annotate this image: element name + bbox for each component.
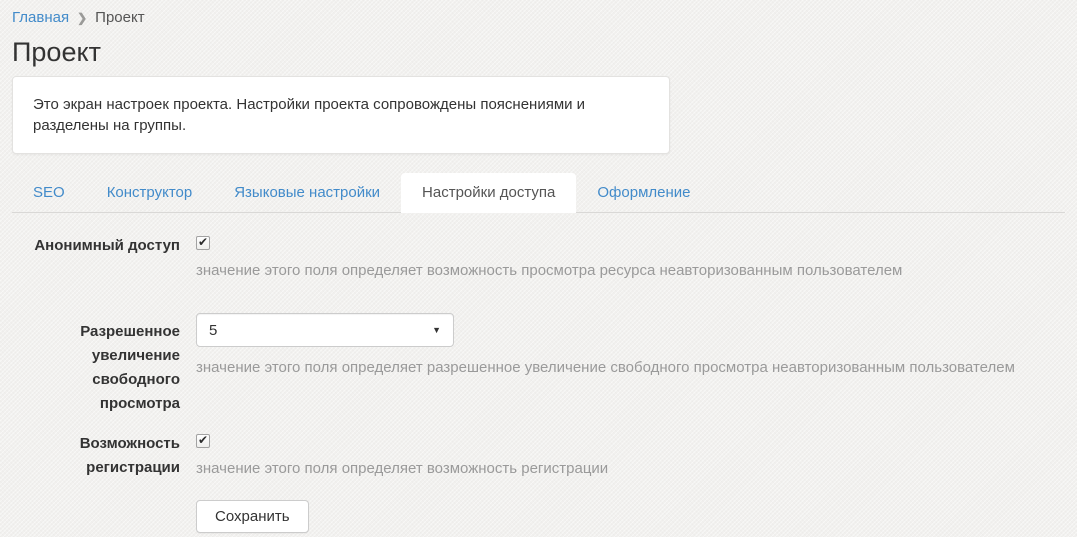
anonymous-access-control: ✔ значение этого поля определяет возможн… [196, 234, 1065, 281]
form-group-allowed-zoom: Разрешенное увеличение свободного просмо… [12, 313, 1065, 416]
page-title: Проект [12, 38, 1065, 66]
tab-seo[interactable]: SEO [12, 173, 86, 213]
breadcrumb-link-home[interactable]: Главная [12, 9, 69, 27]
breadcrumb: Главная ❯ Проект [12, 0, 1065, 27]
allowed-zoom-selected-value: 5 [209, 322, 217, 339]
info-box: Это экран настроек проекта. Настройки пр… [12, 76, 670, 154]
access-settings-form: Анонимный доступ ✔ значение этого поля о… [12, 234, 1065, 533]
caret-down-icon: ▼ [432, 325, 441, 335]
tab-language-settings[interactable]: Языковые настройки [213, 173, 401, 213]
check-icon: ✔ [198, 236, 208, 248]
allowed-zoom-select[interactable]: 5 ▼ [196, 313, 454, 347]
chevron-right-icon: ❯ [77, 9, 87, 27]
allowed-zoom-control: 5 ▼ значение этого поля определяет разре… [196, 313, 1065, 416]
allowed-zoom-label: Разрешенное увеличение свободного просмо… [12, 313, 180, 416]
tab-bar: SEO Конструктор Языковые настройки Настр… [12, 173, 1065, 213]
registration-hint: значение этого поля определяет возможнос… [196, 458, 1065, 479]
form-actions: Сохранить [196, 500, 1065, 533]
allowed-zoom-hint: значение этого поля определяет разрешенн… [196, 357, 1065, 378]
anonymous-access-hint: значение этого поля определяет возможнос… [196, 260, 1065, 281]
breadcrumb-current: Проект [95, 9, 144, 27]
form-group-anonymous-access: Анонимный доступ ✔ значение этого поля о… [12, 234, 1065, 281]
info-box-text: Это экран настроек проекта. Настройки пр… [33, 96, 585, 134]
anonymous-access-checkbox[interactable]: ✔ [196, 236, 210, 250]
form-group-registration: Возможность регистрации ✔ значение этого… [12, 432, 1065, 480]
registration-label: Возможность регистрации [12, 432, 180, 480]
anonymous-access-label: Анонимный доступ [12, 234, 180, 281]
tab-constructor[interactable]: Конструктор [86, 173, 214, 213]
registration-checkbox[interactable]: ✔ [196, 434, 210, 448]
tab-access-settings[interactable]: Настройки доступа [401, 173, 576, 213]
registration-control: ✔ значение этого поля определяет возможн… [196, 432, 1065, 480]
tab-appearance[interactable]: Оформление [576, 173, 711, 213]
check-icon: ✔ [198, 434, 208, 446]
save-button[interactable]: Сохранить [196, 500, 309, 533]
project-settings-page: Главная ❯ Проект Проект Это экран настро… [0, 0, 1077, 533]
